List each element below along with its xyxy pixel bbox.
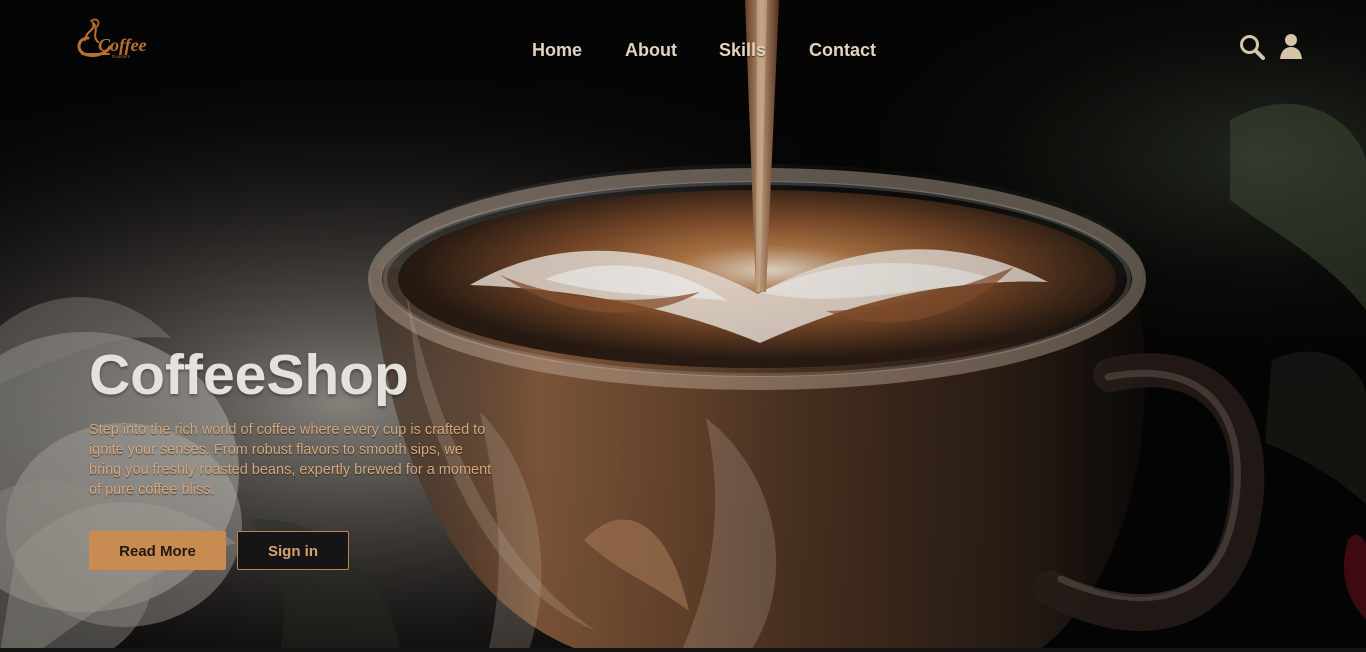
user-icon[interactable] — [1278, 33, 1304, 59]
logo-subtitle-text: Roasters — [112, 54, 131, 59]
logo-wordmark-text: Coffee — [98, 35, 146, 55]
read-more-button[interactable]: Read More — [89, 531, 226, 570]
coffee-logo[interactable]: Coffee Roasters — [74, 16, 146, 64]
nav-about-link[interactable]: About — [625, 39, 677, 61]
coffee-hero-section: Coffee Roasters Home About Skills Contac… — [0, 0, 1366, 652]
search-icon[interactable] — [1239, 34, 1265, 60]
nav-skills-link[interactable]: Skills — [719, 39, 766, 61]
nav-home-link[interactable]: Home — [532, 39, 582, 61]
hero-title: CoffeeShop — [89, 343, 409, 407]
hero-action-buttons: Read More Sign in — [89, 531, 509, 570]
bottom-divider — [0, 648, 1366, 652]
hero-description: Step into the rich world of coffee where… — [89, 422, 492, 498]
main-navigation: Home About Skills Contact — [532, 39, 876, 61]
sign-in-button[interactable]: Sign in — [237, 531, 349, 570]
hero-content: CoffeeShop Step into the rich world of c… — [89, 341, 509, 570]
nav-contact-link[interactable]: Contact — [809, 39, 876, 61]
